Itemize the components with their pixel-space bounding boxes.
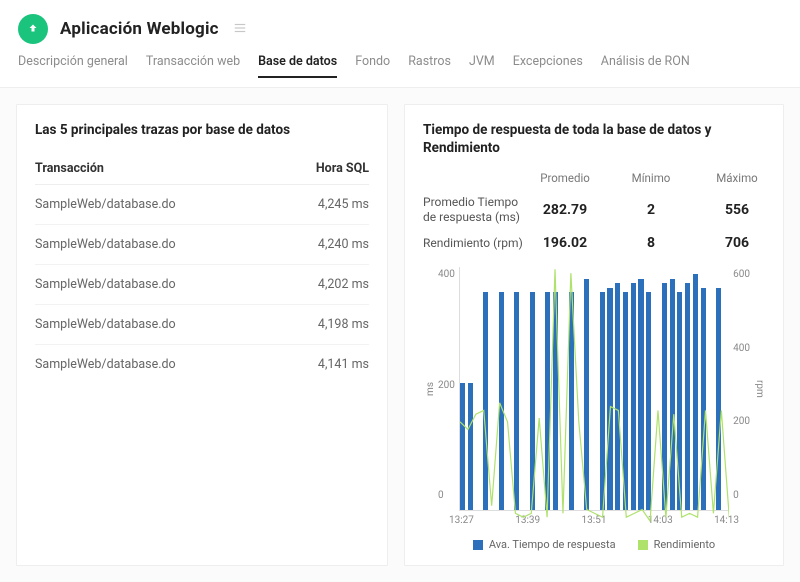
metric-headers: Promedio Mínimo Máximo	[423, 171, 765, 185]
card-title: Las 5 principales trazas por base de dat…	[35, 121, 369, 139]
table-row[interactable]: SampleWeb/database.do 4,141 ms	[35, 345, 369, 384]
throughput-line	[460, 270, 729, 522]
y-axis-right-label: rpm	[752, 380, 765, 398]
metric-row: Promedio Tiempo de respuesta (ms)282.79 2…	[423, 195, 765, 225]
txn-name: SampleWeb/database.do	[35, 237, 176, 252]
col-transaction: Transacción	[35, 161, 104, 176]
metric-max: 706	[709, 235, 765, 251]
legend-response-time: Ava. Tiempo de respuesta	[473, 538, 616, 551]
metric-label: Promedio Tiempo de respuesta (ms)	[423, 195, 537, 225]
table-body: SampleWeb/database.do4,245 msSampleWeb/d…	[35, 185, 369, 384]
txn-name: SampleWeb/database.do	[35, 277, 176, 292]
tab-jvm[interactable]: JVM	[469, 54, 495, 77]
table-row[interactable]: SampleWeb/database.do 4,245 ms	[35, 185, 369, 225]
upload-icon	[18, 14, 48, 44]
header-min: Mínimo	[623, 171, 679, 185]
col-sql-time: Hora SQL	[316, 161, 369, 176]
table-row[interactable]: SampleWeb/database.do 4,202 ms	[35, 265, 369, 305]
txn-time: 4,245 ms	[318, 197, 369, 212]
legend-throughput: Rendimiento	[638, 538, 716, 551]
chart: ms 4002000 6004002000 rpm 13:2713:3913:5…	[423, 267, 765, 551]
content-area: Las 5 principales trazas por base de dat…	[0, 88, 800, 582]
page-title: Aplicación Weblogic	[60, 19, 219, 39]
table-header: Transacción Hora SQL	[35, 153, 369, 185]
metric-label: Rendimiento (rpm)	[423, 236, 537, 251]
tab-fondo[interactable]: Fondo	[355, 54, 390, 77]
menu-icon[interactable]	[233, 20, 247, 39]
metric-rows: Promedio Tiempo de respuesta (ms)282.79 2…	[423, 195, 765, 261]
metric-min: 2	[623, 202, 679, 218]
metric-max: 556	[709, 202, 765, 218]
txn-time: 4,198 ms	[318, 317, 369, 332]
txn-time: 4,240 ms	[318, 237, 369, 252]
metric-min: 8	[623, 235, 679, 251]
tab-excepciones[interactable]: Excepciones	[513, 54, 583, 77]
txn-name: SampleWeb/database.do	[35, 197, 176, 212]
card-title: Tiempo de respuesta de toda la base de d…	[423, 121, 765, 157]
tabs-nav: Descripción general Transacción web Base d…	[0, 54, 800, 88]
table-row[interactable]: SampleWeb/database.do 4,240 ms	[35, 225, 369, 265]
tab-base-de-datos[interactable]: Base de datos	[258, 54, 337, 77]
y-axis-left-label: ms	[423, 382, 436, 396]
response-throughput-card: Tiempo de respuesta de toda la base de d…	[404, 104, 784, 566]
txn-time: 4,141 ms	[318, 357, 369, 372]
metric-row: Rendimiento (rpm)196.02 8 706	[423, 235, 765, 251]
header-max: Máximo	[709, 171, 765, 185]
app-header: Aplicación Weblogic	[0, 0, 800, 54]
txn-name: SampleWeb/database.do	[35, 357, 176, 372]
y-axis-right-ticks: 6004002000	[729, 267, 752, 511]
metric-avg: 196.02	[537, 235, 593, 251]
y-axis-left-ticks: 4002000	[436, 267, 459, 511]
chart-legend: Ava. Tiempo de respuesta Rendimiento	[423, 538, 765, 551]
plot-area	[459, 267, 729, 511]
top-traces-card: Las 5 principales trazas por base de dat…	[16, 104, 388, 566]
tab-transacción-web[interactable]: Transacción web	[146, 54, 240, 77]
table-row[interactable]: SampleWeb/database.do 4,198 ms	[35, 305, 369, 345]
tab-descripción-general[interactable]: Descripción general	[18, 54, 128, 77]
txn-name: SampleWeb/database.do	[35, 317, 176, 332]
tab-análisis-de-ron[interactable]: Análisis de RON	[601, 54, 690, 77]
metric-avg: 282.79	[537, 202, 593, 218]
txn-time: 4,202 ms	[318, 277, 369, 292]
header-avg: Promedio	[537, 171, 593, 185]
tab-rastros[interactable]: Rastros	[408, 54, 451, 77]
